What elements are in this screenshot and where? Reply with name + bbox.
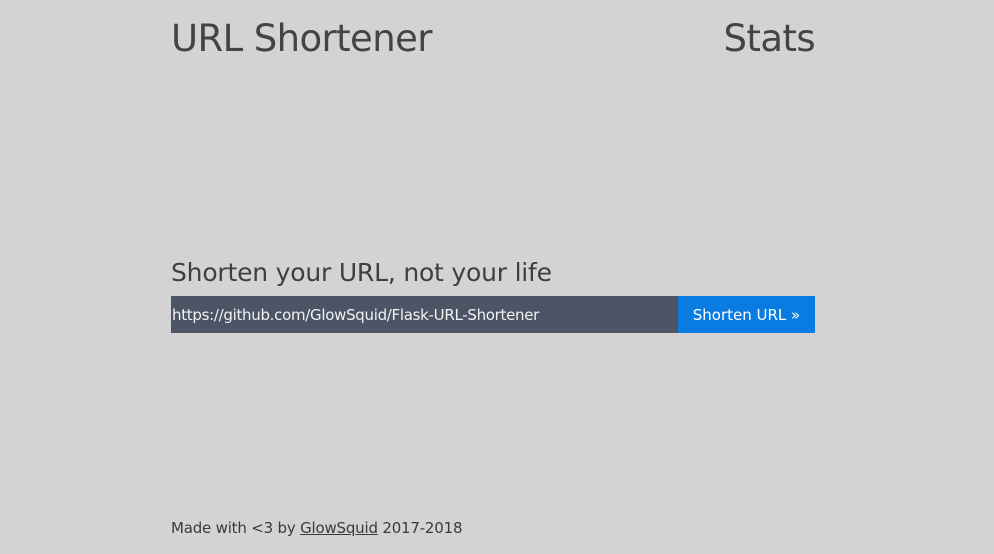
url-input[interactable]	[171, 296, 678, 333]
site-title-link[interactable]: URL Shortener	[171, 16, 432, 62]
stats-link[interactable]: Stats	[724, 16, 816, 62]
footer-years-text: 2017-2018	[377, 519, 463, 537]
main-content: Shorten your URL, not your life Shorten …	[171, 256, 815, 333]
shorten-url-form: Shorten URL »	[171, 296, 815, 333]
tagline-heading: Shorten your URL, not your life	[171, 258, 552, 287]
shorten-url-button[interactable]: Shorten URL »	[678, 296, 815, 333]
author-link[interactable]: GlowSquid	[300, 519, 378, 537]
footer-prefix-text: Made with <3 by	[171, 519, 301, 537]
site-footer: Made with <3 by GlowSquid 2017-2018	[171, 518, 463, 538]
site-header: URL Shortener Stats	[171, 16, 816, 64]
